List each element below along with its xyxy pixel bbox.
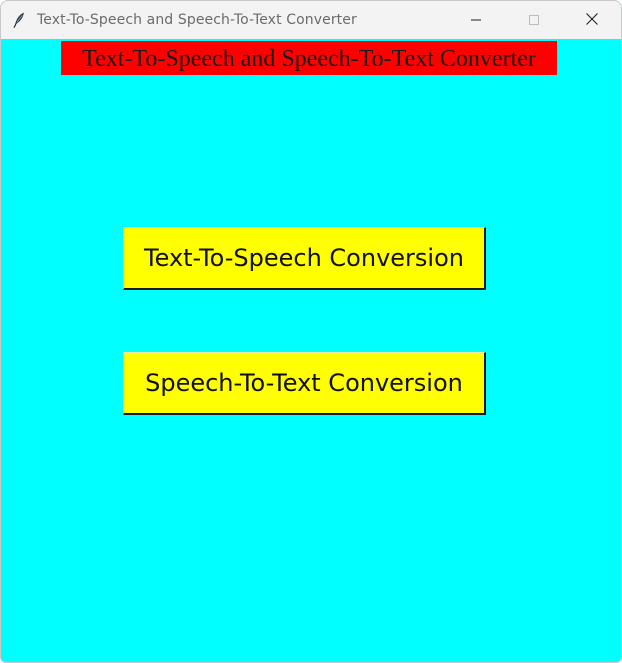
page-title: Text-To-Speech and Speech-To-Text Conver… [61, 41, 557, 75]
app-window: Text-To-Speech and Speech-To-Text Conver… [0, 0, 622, 663]
main-area: Text-To-Speech and Speech-To-Text Conver… [1, 39, 621, 662]
maximize-icon [528, 11, 540, 30]
text-to-speech-button[interactable]: Text-To-Speech Conversion [123, 227, 486, 290]
title-bar[interactable]: Text-To-Speech and Speech-To-Text Conver… [1, 1, 621, 39]
feather-icon [11, 12, 27, 28]
speech-to-text-button[interactable]: Speech-To-Text Conversion [123, 352, 486, 415]
minimize-icon [470, 11, 482, 30]
close-button[interactable] [563, 1, 621, 39]
window-title: Text-To-Speech and Speech-To-Text Conver… [37, 12, 357, 28]
window-controls [447, 1, 621, 39]
minimize-button[interactable] [447, 1, 505, 39]
maximize-button[interactable] [505, 1, 563, 39]
close-icon [585, 11, 599, 30]
